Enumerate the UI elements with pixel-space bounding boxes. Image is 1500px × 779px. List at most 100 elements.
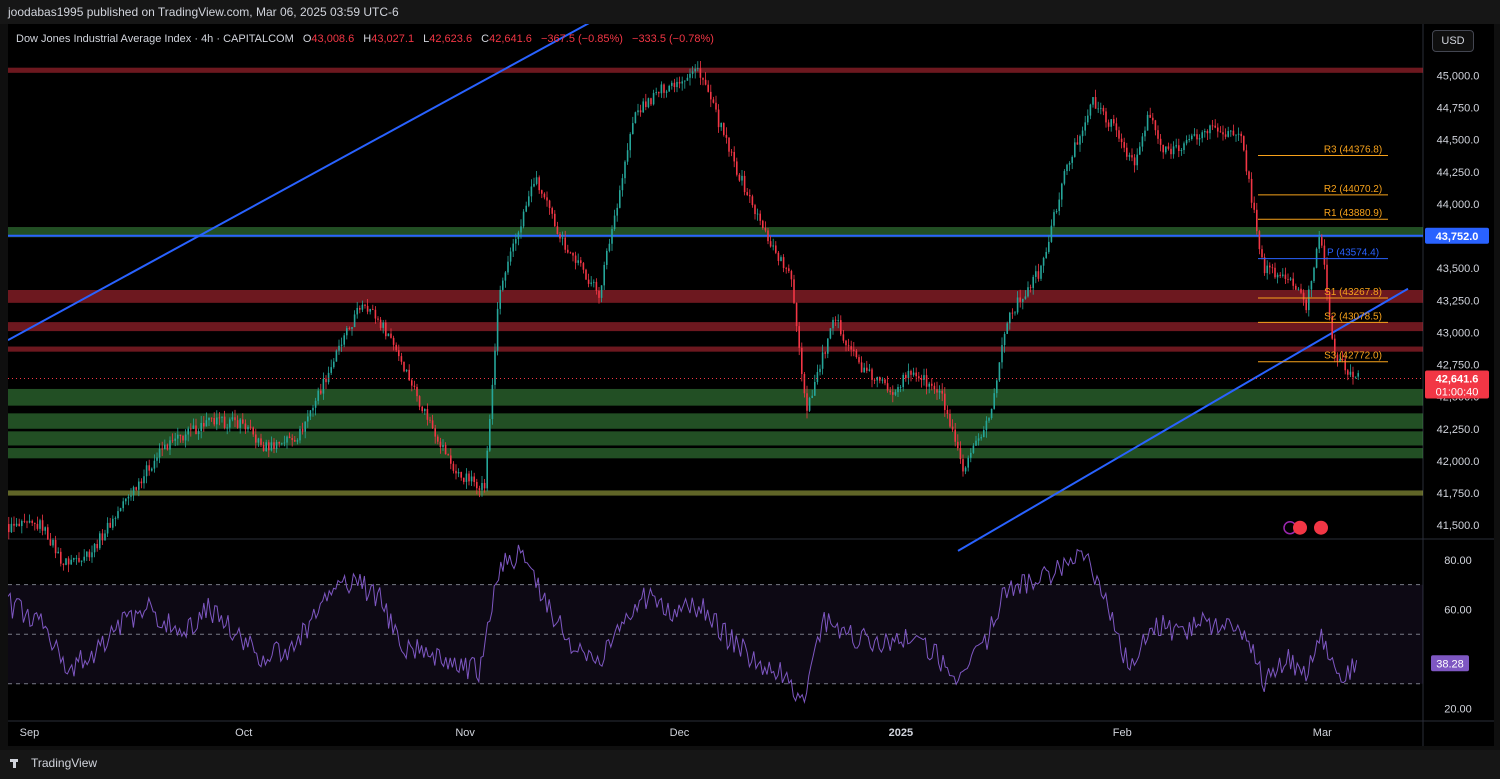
candle-body (985, 420, 988, 431)
candle-body (364, 304, 366, 306)
candle-body (1058, 199, 1060, 212)
candle-body (255, 434, 257, 443)
candle-body (689, 73, 691, 78)
candle-body (296, 440, 299, 442)
candle-body (424, 408, 426, 412)
candle-body (174, 438, 176, 441)
candle-body (392, 337, 395, 345)
candle-body (309, 410, 312, 417)
candle-body (117, 511, 119, 519)
candle-body (1032, 276, 1034, 288)
candle-body (837, 320, 839, 321)
candle-body (1097, 108, 1099, 110)
candle-body (1136, 154, 1138, 166)
symbol-legend: Dow Jones Industrial Average Index · 4h … (16, 32, 714, 46)
candle-body (598, 290, 600, 298)
candle-body (18, 523, 20, 527)
candle-body (723, 123, 725, 135)
candle-body (912, 372, 915, 375)
currency-button[interactable]: USD (1432, 30, 1474, 52)
candle-body (1263, 257, 1266, 274)
candle-body (1165, 146, 1167, 153)
candle-body (1029, 287, 1032, 289)
candle-body (122, 501, 124, 509)
price-tick-label: 43,000.0 (1437, 327, 1480, 339)
candle-body (1347, 370, 1349, 375)
candle-body (1185, 140, 1188, 144)
candle-body (13, 523, 15, 526)
candle-body (96, 543, 98, 549)
candle-body (158, 448, 161, 458)
candle-body (834, 319, 837, 321)
candle-body (1308, 289, 1310, 311)
candle-body (1079, 136, 1081, 145)
candle-body (574, 255, 577, 263)
candle-body (1027, 287, 1029, 297)
candle-body (957, 441, 959, 449)
candle-body (1175, 145, 1177, 147)
candle-body (262, 444, 265, 452)
candle-body (395, 344, 397, 351)
candle-body (377, 318, 379, 320)
candle-body (486, 450, 488, 489)
candle-body (1092, 97, 1094, 105)
time-tick-label: 2025 (889, 727, 913, 739)
price-pane-bg (8, 24, 1423, 538)
price-tick-label: 42,750.0 (1437, 360, 1480, 372)
candle-body (1209, 125, 1211, 134)
candle-body (580, 260, 582, 264)
candle-body (845, 340, 847, 346)
candle-body (21, 521, 23, 527)
candle-body (1180, 150, 1183, 151)
green-zone-42050 (8, 448, 1423, 459)
candle-body (1159, 138, 1162, 145)
green-zone-42150 (8, 431, 1423, 446)
candle-body (928, 383, 930, 387)
candle-body (962, 459, 964, 472)
candle-body (179, 434, 182, 436)
candle-body (1178, 145, 1180, 151)
candle-body (782, 257, 785, 268)
candle-body (1094, 97, 1097, 109)
candle-body (444, 444, 447, 455)
candle-body (798, 326, 800, 348)
candle-body (949, 413, 951, 427)
pivot-label: S1 (43267.8) (1324, 287, 1382, 298)
candle-body (1357, 373, 1359, 377)
candle-body (569, 252, 572, 254)
candle-body (634, 112, 637, 124)
tradingview-brand[interactable]: TradingView (10, 756, 97, 770)
candle-body (751, 196, 754, 206)
candle-body (169, 440, 171, 450)
candle-body (80, 560, 83, 562)
candle-body (1198, 138, 1201, 140)
candle-body (252, 427, 254, 435)
candle-body (143, 476, 145, 484)
chart-canvas[interactable]: R3 (44376.8) R2 (44070.2) R1 (43880.9) P (4… (8, 24, 1494, 746)
candle-body (676, 81, 678, 88)
candle-body (1276, 274, 1279, 278)
candle-body (567, 249, 569, 253)
candle-body (881, 379, 884, 381)
candle-body (1113, 119, 1115, 124)
candle-body (1305, 299, 1307, 311)
candle-body (403, 361, 405, 372)
candle-body (980, 437, 982, 439)
candle-body (455, 470, 457, 474)
candle-body (192, 425, 195, 429)
candle-body (1037, 271, 1040, 279)
candle-body (886, 383, 889, 391)
us-flag-icon (1314, 520, 1328, 535)
candle-body (156, 457, 158, 461)
candle-body (317, 390, 319, 401)
candle-body (343, 335, 345, 345)
candle-body (151, 468, 153, 471)
candle-body (749, 195, 751, 197)
candle-body (1295, 285, 1297, 290)
candle-body (1048, 241, 1050, 252)
candle-body (1258, 231, 1261, 250)
pivot-label: R1 (43880.9) (1324, 208, 1382, 219)
candle-body (1196, 134, 1198, 140)
candle-body (104, 533, 106, 541)
candle-body (314, 400, 317, 408)
